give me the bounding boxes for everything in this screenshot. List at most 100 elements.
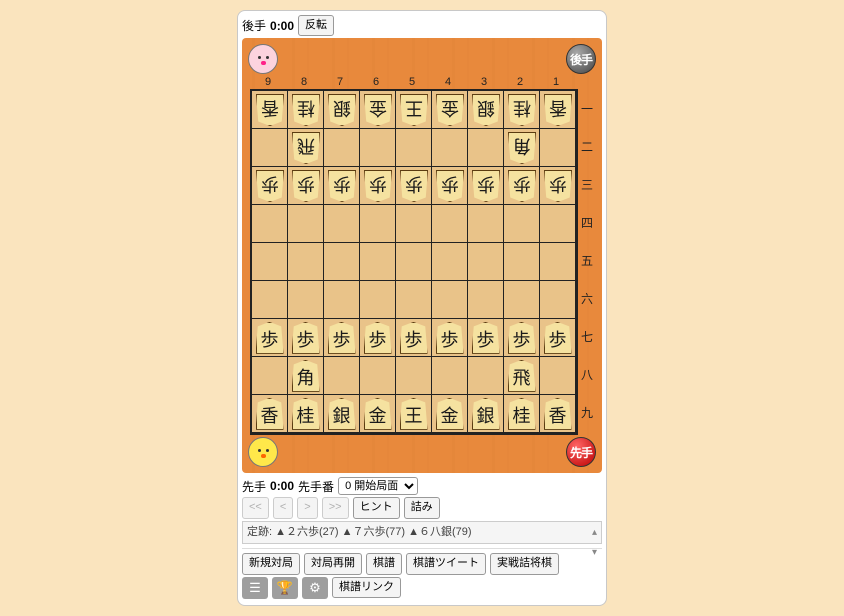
shogi-piece[interactable]: 銀 — [328, 94, 356, 126]
board-cell[interactable] — [324, 129, 360, 167]
board-cell[interactable]: 銀 — [468, 91, 504, 129]
kifu-button[interactable]: 棋譜 — [366, 553, 402, 574]
board-cell[interactable]: 歩 — [504, 319, 540, 357]
shogi-board[interactable]: 香桂銀金王金銀桂香飛角歩歩歩歩歩歩歩歩歩歩歩歩歩歩歩歩歩歩角飛香桂銀金王金銀桂香 — [250, 89, 578, 435]
shogi-piece[interactable]: 金 — [364, 398, 392, 430]
shogi-piece[interactable]: 歩 — [472, 322, 500, 354]
hint-button[interactable]: ヒント — [353, 497, 400, 518]
board-cell[interactable] — [468, 205, 504, 243]
board-cell[interactable] — [288, 243, 324, 281]
board-cell[interactable]: 飛 — [288, 129, 324, 167]
board-cell[interactable]: 香 — [540, 91, 576, 129]
board-cell[interactable]: 歩 — [252, 319, 288, 357]
board-cell[interactable]: 歩 — [324, 167, 360, 205]
board-cell[interactable]: 歩 — [396, 167, 432, 205]
chevron-down-icon[interactable]: ▾ — [592, 546, 597, 560]
board-cell[interactable]: 香 — [252, 395, 288, 433]
shogi-piece[interactable]: 桂 — [292, 398, 320, 430]
gear-icon[interactable]: ⚙ — [302, 577, 328, 599]
resume-button[interactable]: 対局再開 — [304, 553, 362, 574]
shogi-piece[interactable]: 角 — [292, 360, 320, 392]
board-cell[interactable]: 歩 — [540, 319, 576, 357]
board-cell[interactable]: 歩 — [252, 167, 288, 205]
board-cell[interactable]: 歩 — [288, 319, 324, 357]
board-cell[interactable]: 歩 — [540, 167, 576, 205]
shogi-piece[interactable]: 角 — [508, 132, 536, 164]
board-cell[interactable]: 歩 — [468, 319, 504, 357]
board-cell[interactable]: 歩 — [360, 167, 396, 205]
board-cell[interactable]: 歩 — [504, 167, 540, 205]
board-cell[interactable]: 王 — [396, 91, 432, 129]
kifu-tweet-button[interactable]: 棋譜ツイート — [406, 553, 486, 574]
shogi-piece[interactable]: 銀 — [472, 94, 500, 126]
chevron-up-icon[interactable]: ▴ — [592, 526, 597, 540]
board-cell[interactable] — [396, 243, 432, 281]
board-cell[interactable] — [432, 129, 468, 167]
shogi-piece[interactable]: 王 — [400, 94, 428, 126]
menu-icon[interactable]: ☰ — [242, 577, 268, 599]
trophy-icon[interactable]: 🏆 — [272, 577, 298, 599]
board-cell[interactable]: 桂 — [288, 395, 324, 433]
board-cell[interactable]: 金 — [432, 91, 468, 129]
board-cell[interactable]: 飛 — [504, 357, 540, 395]
board-cell[interactable] — [432, 357, 468, 395]
shogi-piece[interactable]: 歩 — [544, 322, 572, 354]
shogi-piece[interactable]: 金 — [436, 398, 464, 430]
board-cell[interactable] — [324, 205, 360, 243]
board-cell[interactable] — [360, 243, 396, 281]
board-cell[interactable] — [324, 357, 360, 395]
mate-button[interactable]: 詰み — [404, 497, 440, 518]
shogi-piece[interactable]: 金 — [364, 94, 392, 126]
shogi-piece[interactable]: 歩 — [364, 170, 392, 202]
board-cell[interactable] — [432, 243, 468, 281]
board-cell[interactable] — [252, 243, 288, 281]
shogi-piece[interactable]: 歩 — [364, 322, 392, 354]
shogi-piece[interactable]: 歩 — [436, 170, 464, 202]
board-cell[interactable]: 桂 — [288, 91, 324, 129]
shogi-piece[interactable]: 飛 — [508, 360, 536, 392]
board-cell[interactable] — [504, 243, 540, 281]
nav-next-button[interactable]: > — [297, 497, 317, 518]
shogi-piece[interactable]: 香 — [544, 398, 572, 430]
board-cell[interactable] — [324, 243, 360, 281]
board-cell[interactable]: 香 — [540, 395, 576, 433]
board-cell[interactable] — [540, 281, 576, 319]
board-cell[interactable]: 桂 — [504, 91, 540, 129]
shogi-piece[interactable]: 歩 — [544, 170, 572, 202]
shogi-piece[interactable]: 銀 — [328, 398, 356, 430]
new-game-button[interactable]: 新規対局 — [242, 553, 300, 574]
board-cell[interactable] — [360, 357, 396, 395]
shogi-piece[interactable]: 歩 — [400, 322, 428, 354]
board-cell[interactable]: 角 — [504, 129, 540, 167]
board-cell[interactable]: 銀 — [468, 395, 504, 433]
board-cell[interactable] — [468, 357, 504, 395]
shogi-piece[interactable]: 歩 — [400, 170, 428, 202]
board-cell[interactable] — [432, 281, 468, 319]
board-cell[interactable] — [396, 281, 432, 319]
shogi-piece[interactable]: 香 — [256, 398, 284, 430]
board-cell[interactable] — [468, 129, 504, 167]
board-cell[interactable]: 香 — [252, 91, 288, 129]
shogi-piece[interactable]: 歩 — [292, 322, 320, 354]
board-cell[interactable] — [468, 243, 504, 281]
board-cell[interactable] — [432, 205, 468, 243]
board-cell[interactable] — [396, 205, 432, 243]
shogi-piece[interactable]: 桂 — [508, 398, 536, 430]
board-cell[interactable] — [288, 281, 324, 319]
shogi-piece[interactable]: 歩 — [256, 170, 284, 202]
board-cell[interactable] — [468, 281, 504, 319]
board-cell[interactable]: 歩 — [468, 167, 504, 205]
shogi-piece[interactable]: 香 — [544, 94, 572, 126]
board-cell[interactable] — [540, 205, 576, 243]
shogi-piece[interactable]: 歩 — [292, 170, 320, 202]
shogi-piece[interactable]: 歩 — [472, 170, 500, 202]
shogi-piece[interactable]: 桂 — [292, 94, 320, 126]
board-cell[interactable] — [324, 281, 360, 319]
move-select[interactable]: 0 開始局面 — [338, 477, 418, 495]
shogi-piece[interactable]: 飛 — [292, 132, 320, 164]
board-cell[interactable]: 桂 — [504, 395, 540, 433]
board-cell[interactable]: 歩 — [360, 319, 396, 357]
shogi-piece[interactable]: 香 — [256, 94, 284, 126]
board-cell[interactable]: 歩 — [396, 319, 432, 357]
nav-prev-button[interactable]: < — [273, 497, 293, 518]
